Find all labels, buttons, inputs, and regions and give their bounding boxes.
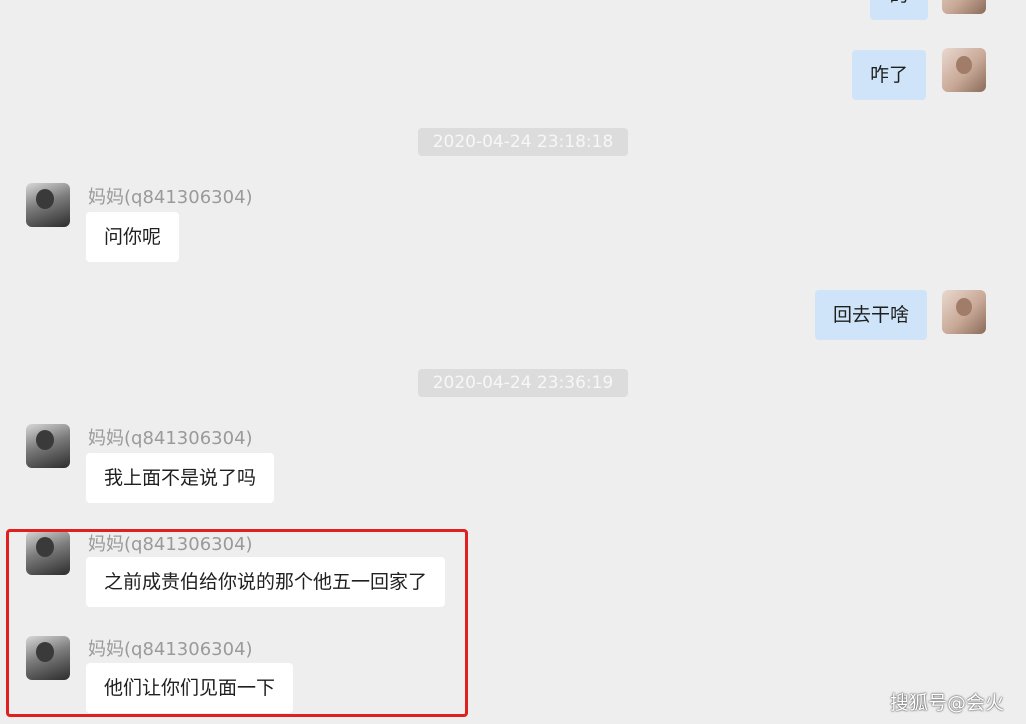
message-bubble-outgoing: 咋了 — [852, 50, 927, 100]
contact-avatar[interactable] — [26, 424, 70, 468]
message-bubble-outgoing: 的 — [870, 0, 928, 20]
chat-history: 的 咋了 2020-04-24 23:18:18 妈妈(q841306304) … — [0, 0, 1026, 724]
message-timestamp: 2020-04-24 23:18:18 — [418, 128, 628, 156]
my-avatar[interactable] — [942, 290, 986, 334]
highlight-annotation-box — [6, 529, 468, 717]
sender-name: 妈妈(q841306304) — [88, 187, 253, 208]
my-avatar[interactable] — [942, 0, 986, 14]
message-timestamp: 2020-04-24 23:36:19 — [418, 369, 628, 397]
watermark-text: 搜狐号@会火 — [889, 692, 1004, 714]
message-bubble-incoming: 问你呢 — [86, 212, 180, 262]
my-avatar[interactable] — [942, 48, 986, 92]
sender-name: 妈妈(q841306304) — [88, 428, 253, 449]
message-bubble-outgoing: 回去干啥 — [815, 290, 928, 340]
contact-avatar[interactable] — [26, 183, 70, 227]
message-bubble-incoming: 我上面不是说了吗 — [86, 453, 275, 503]
